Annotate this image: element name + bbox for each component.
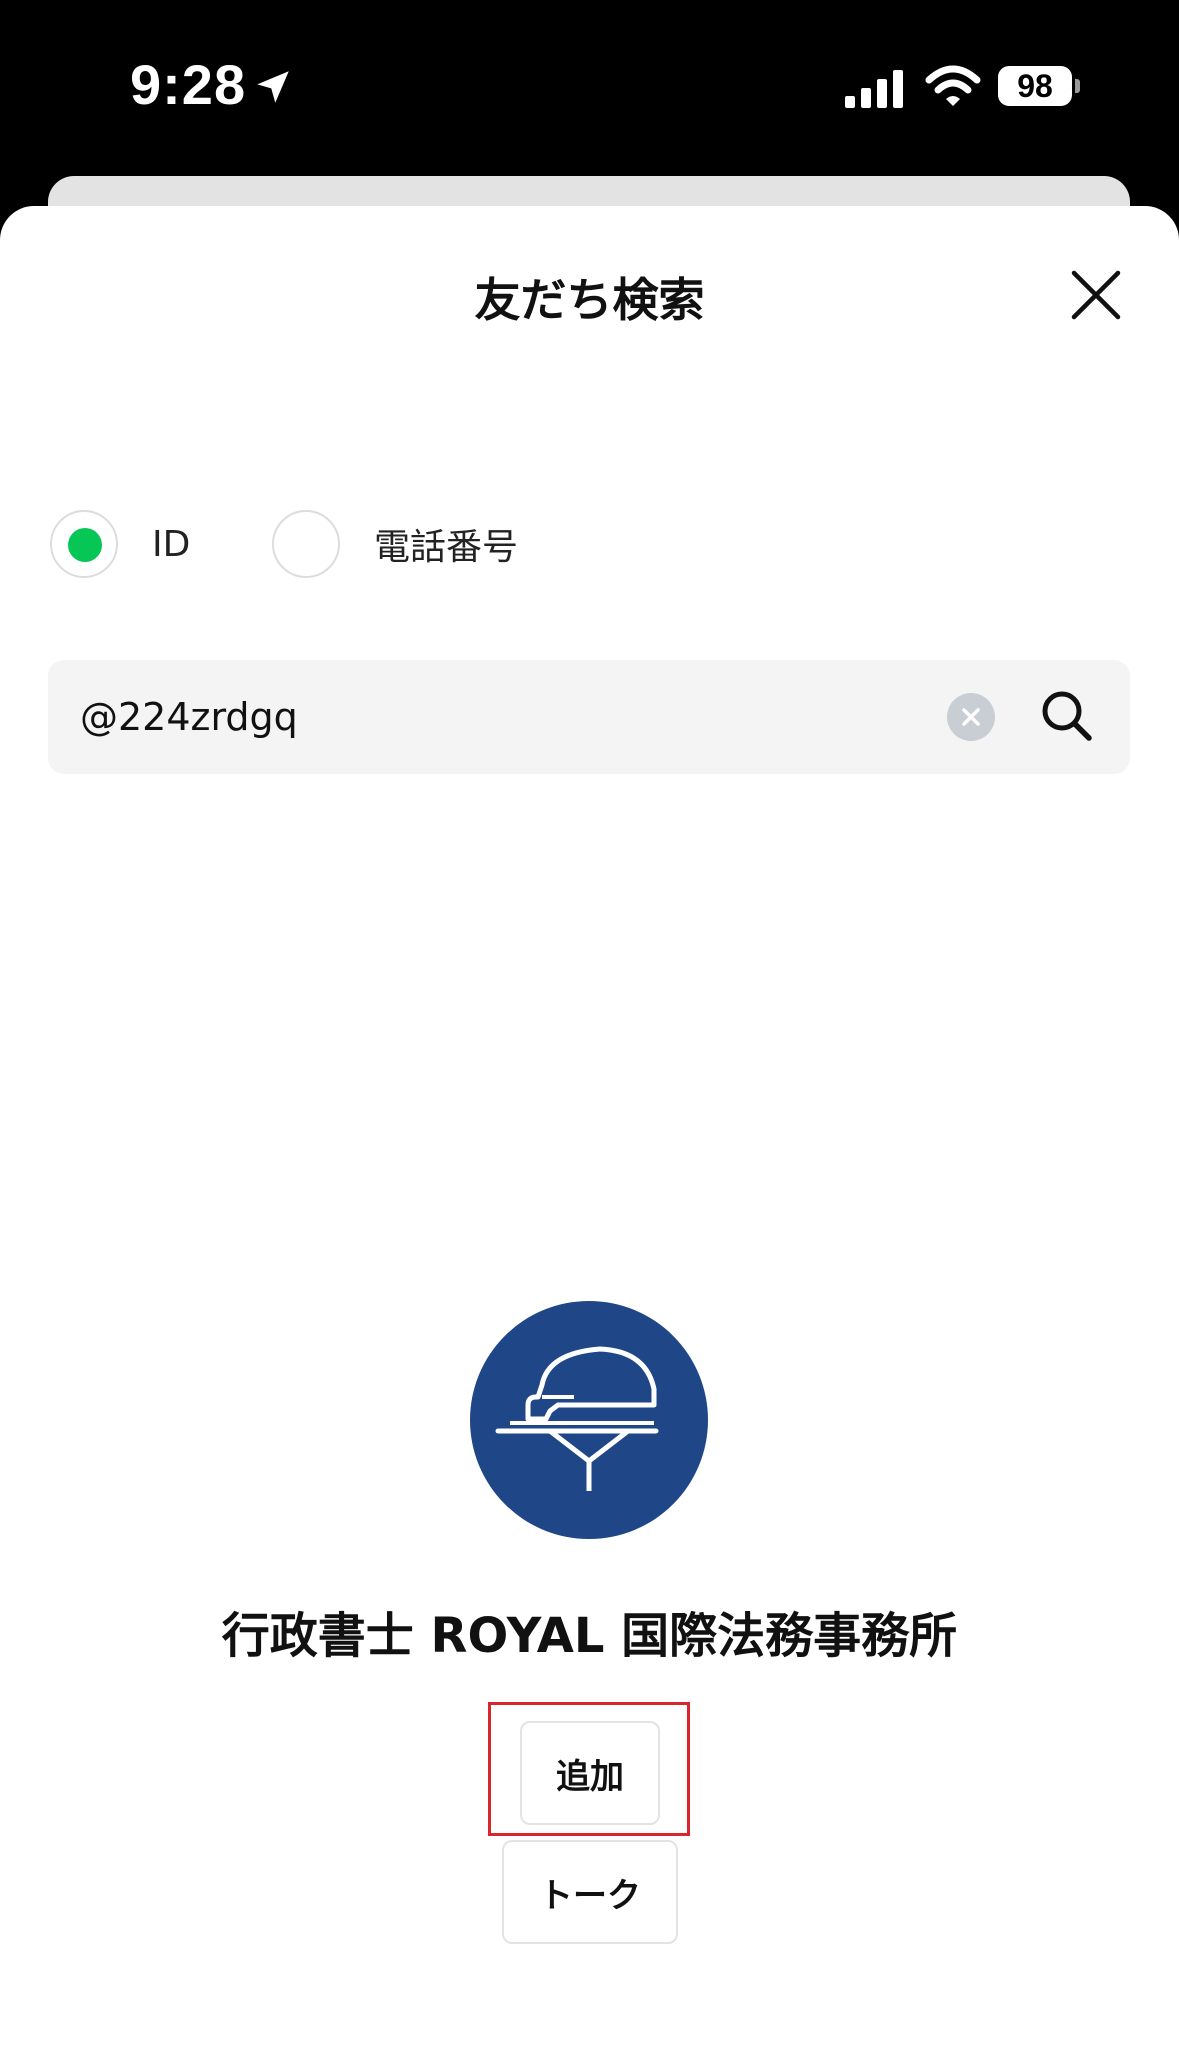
close-icon[interactable]	[1062, 261, 1130, 329]
location-arrow-icon	[257, 71, 289, 103]
search-type-radio-group: ID 電話番号	[50, 508, 750, 580]
search-field	[48, 660, 1130, 774]
battery-tip	[1075, 79, 1080, 93]
friend-search-sheet: 友だち検索 ID 電話番号 @224zrdgq 行政書士 ROYAL 国際法務事…	[0, 206, 1179, 2046]
helmet-logo	[495, 1346, 659, 1491]
account-name: 行政書士 ROYAL 国際法務事務所	[221, 1608, 958, 1664]
battery-icon: 98	[998, 66, 1080, 106]
sheet-title: 友だち検索	[474, 273, 705, 327]
clear-x-glyph	[962, 708, 980, 726]
signal-icon	[845, 70, 903, 108]
radio-button-id[interactable]	[50, 510, 118, 578]
talk-button[interactable]: トーク	[502, 1840, 678, 1944]
radio-button-phone[interactable]	[272, 510, 340, 578]
wifi-icon	[925, 65, 981, 106]
radio-label-phone: 電話番号	[374, 527, 519, 568]
radio-label-id: ID	[152, 523, 191, 565]
add-friend-button[interactable]: 追加	[520, 1721, 660, 1825]
radio-option-id[interactable]: ID	[50, 508, 190, 580]
profile-avatar	[470, 1301, 708, 1539]
radio-selected-dot	[68, 528, 102, 562]
radio-option-phone[interactable]: 電話番号	[272, 508, 518, 580]
screen: 9:28 98 友だち検索 ID 電話番号 @224zrdgq 行政書士 ROY…	[0, 0, 1179, 2046]
status-bar: 9:28 98	[0, 0, 1179, 170]
search-icon[interactable]	[1037, 686, 1097, 746]
status-time: 9:28	[130, 53, 247, 116]
clear-icon[interactable]	[947, 693, 995, 741]
search-input[interactable]	[80, 660, 920, 774]
battery-level: 98	[998, 66, 1072, 106]
